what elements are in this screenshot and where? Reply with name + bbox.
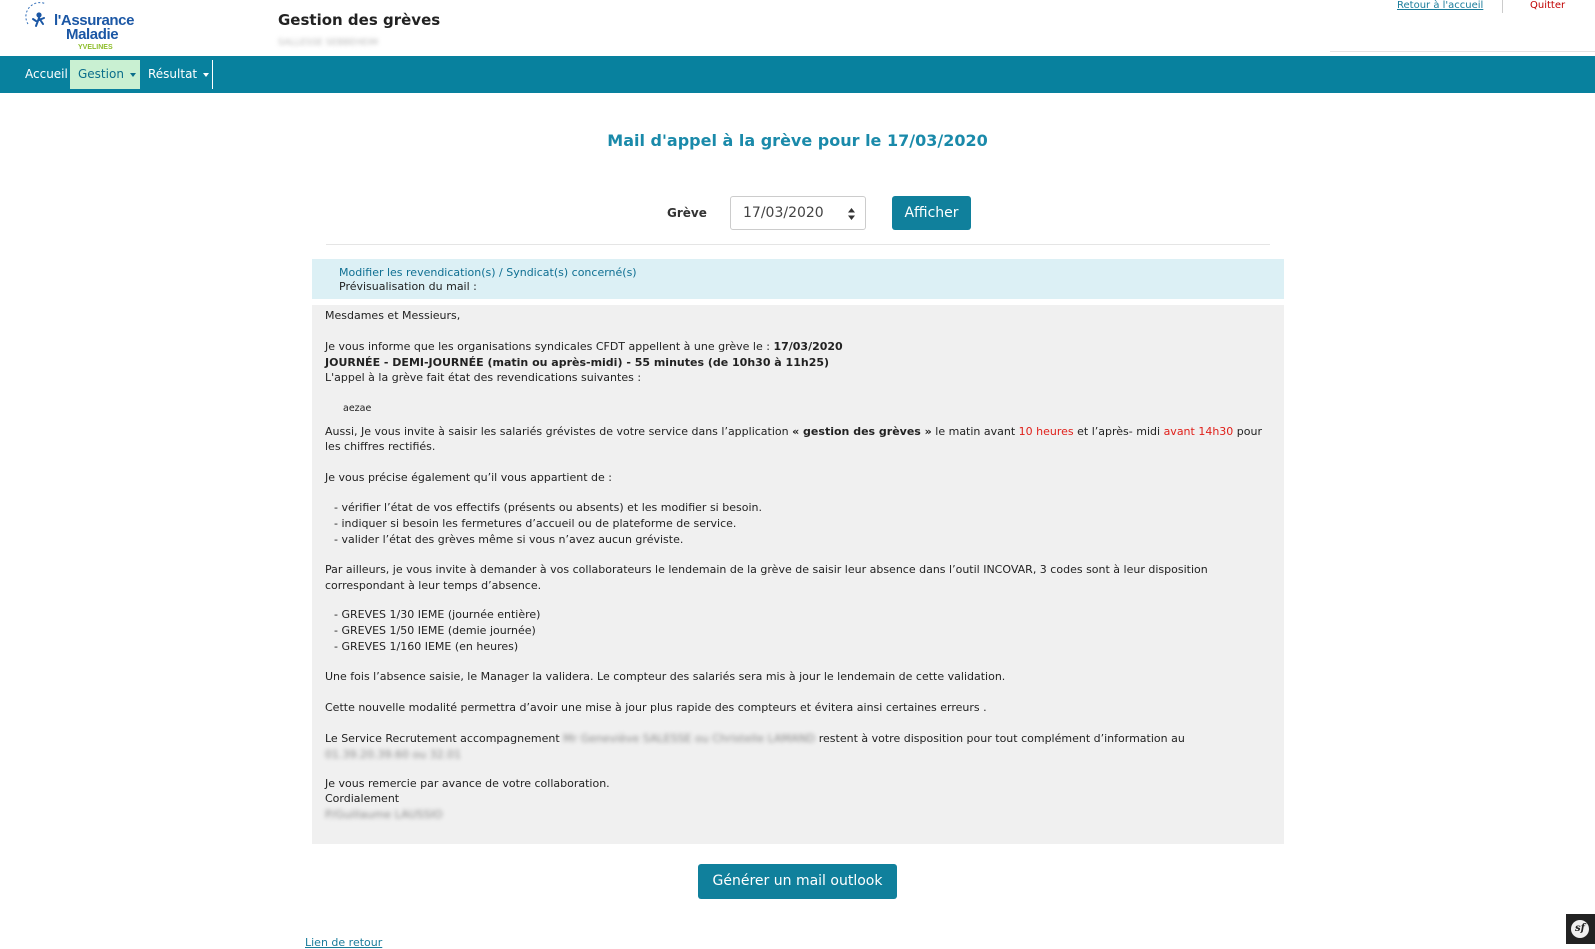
mail-invite-afternoon: avant 14h30 (1163, 425, 1234, 438)
logo-line-3: YVELINES (78, 44, 113, 51)
generate-outlook-mail-button[interactable]: Générer un mail outlook (698, 864, 897, 899)
page-title: Mail d'appel à la grève pour le 17/03/20… (607, 131, 988, 150)
mail-duty-item: - valider l’état des grèves même si vous… (334, 533, 684, 546)
logo-line-2: Maladie (66, 26, 119, 43)
nav-gestion-label: Gestion (78, 67, 124, 81)
preview-info-bar: Modifier les revendication(s) / Syndicat… (312, 259, 1284, 299)
mail-invite-end: les chiffres rectifiés. (325, 440, 436, 453)
mail-invite-part: et l’après- midi (1073, 425, 1164, 438)
greve-label: Grève (667, 206, 707, 220)
mail-closing: Cordialement (325, 792, 400, 805)
symfony-toolbar-toggle[interactable]: sf (1566, 914, 1595, 944)
mail-modality: Cette nouvelle modalité permettra d’avoi… (325, 701, 987, 714)
mail-code-item: - GREVES 1/50 IEME (demie journée) (334, 624, 536, 637)
mail-invite-part: le matin avant (931, 425, 1019, 438)
sort-arrows-icon (848, 208, 855, 220)
preview-label: Prévisualisation du mail : (339, 280, 477, 293)
mail-code-item: - GREVES 1/160 IEME (en heures) (334, 640, 519, 653)
assurance-maladie-logo[interactable]: l'Assurance Maladie YVELINES (22, 0, 134, 54)
mail-contact-part: Le Service Recrutement accompagnement (325, 732, 564, 745)
mail-contact-phone: 01.39.20.39.60 ou 32.01 (325, 748, 462, 761)
nav-home-label: Accueil (25, 67, 68, 81)
mail-intro-text: Je vous informe que les organisations sy… (325, 340, 774, 353)
nav-home[interactable]: Accueil (17, 56, 76, 93)
mail-contact: Le Service Recrutement accompagnement Mr… (325, 731, 1265, 747)
mail-contact-part: restent à votre disposition pour tout co… (815, 732, 1185, 745)
mail-invite-app: « gestion des grèves » (792, 425, 932, 438)
mail-preview: Mesdames et Messieurs, Je vous informe q… (312, 305, 1284, 844)
modify-claims-link[interactable]: Modifier les revendication(s) / Syndicat… (339, 266, 637, 279)
mail-intro-date: 17/03/2020 (773, 340, 843, 353)
mail-invite: Aussi, Je vous invite à saisir les salar… (325, 424, 1265, 440)
mail-duty-intro: Je vous précise également qu’il vous app… (325, 471, 612, 484)
greve-date-select[interactable]: 17/03/2020 (730, 196, 866, 230)
mail-code-item: - GREVES 1/30 IEME (journée entière) (334, 608, 541, 621)
user-name: SALLESSE SEBBEHEIM (278, 38, 379, 48)
logo-emblem-icon (25, 2, 47, 27)
mail-strike-type: JOURNÉE - DEMI-JOURNÉE (matin ou après-m… (325, 355, 1265, 371)
mail-signature: P/Guillaume LAUSSIO (325, 808, 443, 821)
header-underline (1330, 51, 1595, 52)
mail-contact-names: Mr Geneviève SALESSE ou Christelle LAMAN… (563, 732, 816, 745)
nav-gestion-dropdown[interactable]: Gestion (70, 60, 140, 89)
mail-intro: Je vous informe que les organisations sy… (325, 339, 1265, 355)
mail-claims-intro: L'appel à la grève fait état des revendi… (325, 371, 642, 384)
nav-resultat-dropdown[interactable]: Résultat (140, 56, 217, 93)
mail-claim: aezae (343, 403, 372, 414)
back-home-link[interactable]: Retour à l'accueil (1397, 0, 1483, 11)
form-divider (326, 244, 1270, 245)
greve-date-value: 17/03/2020 (743, 205, 824, 221)
mail-codes-intro: Par ailleurs, je vous invite à demander … (325, 563, 1208, 576)
mail-validation: Une fois l’absence saisie, le Manager la… (325, 670, 1006, 683)
quit-link[interactable]: Quitter (1530, 0, 1565, 11)
app-title: Gestion des grèves (278, 11, 441, 29)
mail-invite-part: pour (1233, 425, 1263, 438)
mail-duty-item: - vérifier l’état de vos effectifs (prés… (334, 501, 762, 514)
mail-greeting: Mesdames et Messieurs, (325, 309, 461, 322)
mail-strike-type-text: JOURNÉE - DEMI-JOURNÉE (matin ou après-m… (325, 356, 830, 369)
nav-resultat-label: Résultat (148, 67, 198, 81)
caret-down-icon (203, 72, 210, 77)
symfony-icon: sf (1571, 920, 1589, 938)
mail-thanks: Je vous remercie par avance de votre col… (325, 777, 610, 790)
mail-invite-morning: 10 heures (1018, 425, 1074, 438)
nav-separator (212, 60, 213, 89)
caret-down-icon (129, 72, 136, 77)
mail-invite-part: Aussi, Je vous invite à saisir les salar… (325, 425, 793, 438)
mail-duty-item: - indiquer si besoin les fermetures d’ac… (334, 517, 737, 530)
main-navbar: Accueil Gestion Résultat (0, 56, 1595, 93)
show-button[interactable]: Afficher (892, 196, 971, 230)
header-separator (1502, 0, 1503, 13)
mail-codes-intro-end: correspondant à leur temps d’absence. (325, 579, 542, 592)
footer-back-link[interactable]: Lien de retour (305, 936, 382, 949)
